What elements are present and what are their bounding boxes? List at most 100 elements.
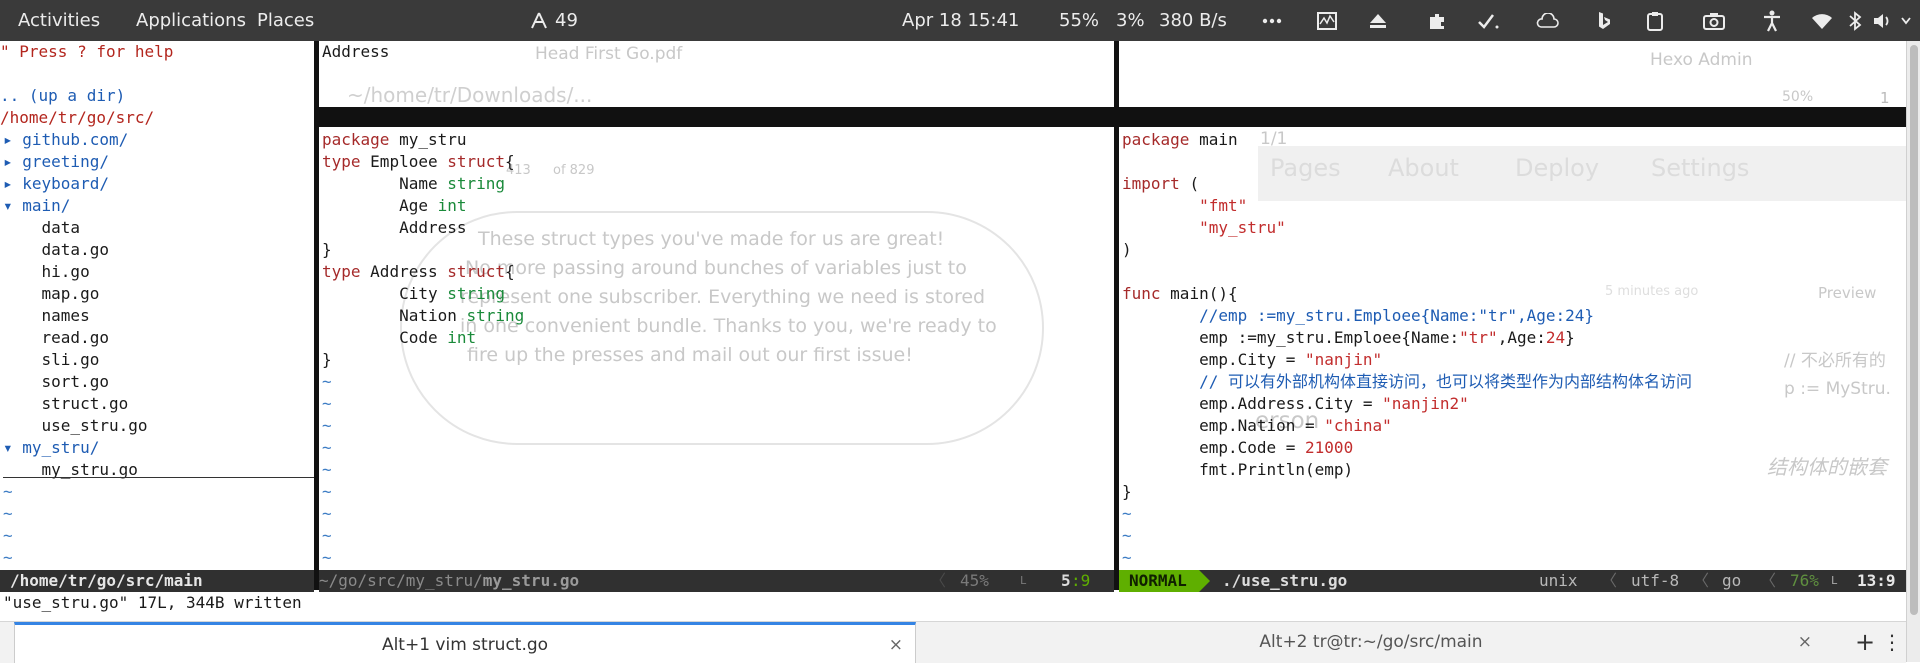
collapsed-arrow-icon: ▸ [3, 174, 23, 193]
code-line[interactable]: fmt.Println(emp) [1122, 459, 1353, 481]
power-menu-arrow-icon[interactable] [1892, 0, 1920, 41]
tree-file-label: sort.go [3, 372, 109, 391]
tree-file[interactable]: read.go [3, 327, 109, 349]
code-token: Address [322, 218, 467, 237]
nerdtree-root[interactable]: /home/tr/go/src/ [0, 107, 154, 129]
code-line[interactable]: package main [1122, 129, 1238, 151]
code-line[interactable]: emp :=my_stru.Emploee{Name:"tr",Age:24} [1122, 327, 1575, 349]
code-line[interactable]: emp.City = "nanjin" [1122, 349, 1382, 371]
filetype: go [1722, 571, 1742, 590]
tree-file[interactable]: map.go [3, 283, 100, 305]
system-monitor-icon[interactable] [1313, 0, 1341, 41]
checkmark-icon[interactable] [1474, 0, 1502, 41]
tree-directory[interactable]: ▸ keyboard/ [3, 173, 109, 195]
steam-icon[interactable] [525, 0, 553, 41]
tree-directory[interactable]: ▾ main/ [3, 195, 70, 217]
code-token: string [447, 284, 506, 303]
bluetooth-icon[interactable] [1841, 0, 1869, 41]
tree-directory-label: keyboard/ [22, 174, 109, 193]
code-line[interactable]: } [322, 349, 332, 371]
code-token: Address [370, 262, 448, 281]
code-token: main(){ [1170, 284, 1238, 303]
bing-icon[interactable] [1590, 0, 1618, 41]
tree-directory[interactable]: ▾ my_stru/ [3, 437, 99, 459]
code-token: string [466, 306, 525, 325]
terminal-scrollbar[interactable] [1906, 41, 1920, 662]
line-icon: L [1020, 574, 1027, 587]
tab-menu-button[interactable]: ⋮ [1880, 622, 1904, 663]
tab-terminal-main-label: Alt+2 tr@tr:~/go/src/main [1259, 632, 1483, 652]
tab-vim-struct[interactable]: Alt+1 vim struct.go × [14, 622, 916, 663]
code-line[interactable]: ) [1122, 239, 1132, 261]
code-token: City [322, 284, 448, 303]
code-token: 24 [1545, 328, 1566, 347]
code-token: func [1122, 284, 1171, 303]
code-line[interactable]: func main(){ [1122, 283, 1238, 305]
more-icon[interactable] [1258, 0, 1286, 41]
terminal-window[interactable]: Head First Go.pdf ~/home/tr/Downloads/..… [0, 41, 1906, 621]
code-line[interactable]: //emp :=my_stru.Emploee{Name:"tr",Age:24… [1122, 305, 1594, 327]
clipboard-icon[interactable] [1641, 0, 1669, 41]
tab-terminal-main-close-icon[interactable]: × [1798, 622, 1812, 663]
accessibility-icon[interactable] [1758, 0, 1786, 41]
tree-file[interactable]: hi.go [3, 261, 90, 283]
new-tab-button[interactable]: + [1850, 622, 1880, 663]
code-line[interactable]: Nation string [322, 305, 524, 327]
editor-pane-use-stru[interactable]: package main import ( "fmt" "my_stru") fun… [1119, 41, 1906, 590]
empty-line-tilde: ~ [1122, 526, 1132, 545]
code-line[interactable]: "fmt" [1122, 195, 1247, 217]
editor-pane-my-stru[interactable]: Address package my_stru type Emploee stru… [319, 41, 1114, 590]
eject-icon[interactable] [1364, 0, 1392, 41]
code-line[interactable]: Age int [322, 195, 466, 217]
tree-file[interactable]: struct.go [3, 393, 129, 415]
code-line[interactable]: emp.Code = 21000 [1122, 437, 1353, 459]
empty-line-tilde: ~ [3, 526, 13, 545]
code-line[interactable]: import ( [1122, 173, 1199, 195]
tree-file[interactable]: use_stru.go [3, 415, 148, 437]
code-line[interactable]: Code int [322, 327, 476, 349]
my-stru-status-line: 5 [1061, 571, 1071, 590]
my-stru-status-file: my_stru.go [482, 571, 580, 590]
screenshot-icon[interactable] [1700, 0, 1728, 41]
code-line[interactable]: package my_stru [322, 129, 467, 151]
use-stru-status-pos: 13:9 [1857, 571, 1896, 590]
code-line[interactable]: // 可以有外部机构体直接访问，也可以将类型作为内部结构体名访问 [1122, 371, 1692, 393]
code-line[interactable]: City string [322, 283, 505, 305]
tree-file[interactable]: names [3, 305, 90, 327]
cloud-icon[interactable] [1533, 0, 1561, 41]
applications-menu[interactable]: Applications [136, 0, 246, 41]
tree-directory-label: github.com/ [22, 130, 129, 149]
code-line[interactable]: emp.Nation = "china" [1122, 415, 1392, 437]
tree-file[interactable]: data [3, 217, 81, 239]
places-menu[interactable]: Places [257, 0, 314, 41]
code-token: int [447, 328, 477, 347]
tabline-bar [319, 107, 1114, 127]
code-line[interactable]: type Emploee struct{ [322, 151, 515, 173]
code-token: } [322, 240, 332, 259]
tree-file[interactable]: sli.go [3, 349, 100, 371]
code-line[interactable]: type Address struct{ [322, 261, 515, 283]
wifi-icon[interactable] [1808, 0, 1836, 41]
code-token: Nation [322, 306, 467, 325]
code-line[interactable]: emp.Address.City = "nanjin2" [1122, 393, 1469, 415]
scrollbar-thumb[interactable] [1910, 45, 1918, 615]
tab-vim-struct-close-icon[interactable]: × [889, 625, 903, 666]
code-line[interactable]: Address [322, 217, 467, 239]
tree-directory[interactable]: ▸ github.com/ [3, 129, 128, 151]
clock[interactable]: Apr 18 15:41 [902, 0, 1019, 41]
extensions-icon[interactable] [1423, 0, 1451, 41]
code-line[interactable]: } [1122, 481, 1132, 503]
activities-button[interactable]: Activities [18, 0, 100, 41]
empty-line-tilde: ~ [322, 460, 332, 479]
tree-file[interactable]: data.go [3, 239, 109, 261]
nerdtree-pane[interactable]: " Press ? for help .. (up a dir) /home/t… [0, 41, 314, 590]
code-line[interactable]: } [322, 239, 332, 261]
code-line[interactable]: Name string [322, 173, 505, 195]
code-line[interactable]: "my_stru" [1122, 217, 1286, 239]
tree-directory[interactable]: ▸ greeting/ [3, 151, 109, 173]
nerdtree-up-dir[interactable]: .. (up a dir) [0, 85, 125, 107]
tree-file[interactable]: sort.go [3, 371, 109, 393]
tab-terminal-main[interactable]: Alt+2 tr@tr:~/go/src/main × [918, 622, 1824, 663]
code-token: "tr" [1459, 328, 1498, 347]
